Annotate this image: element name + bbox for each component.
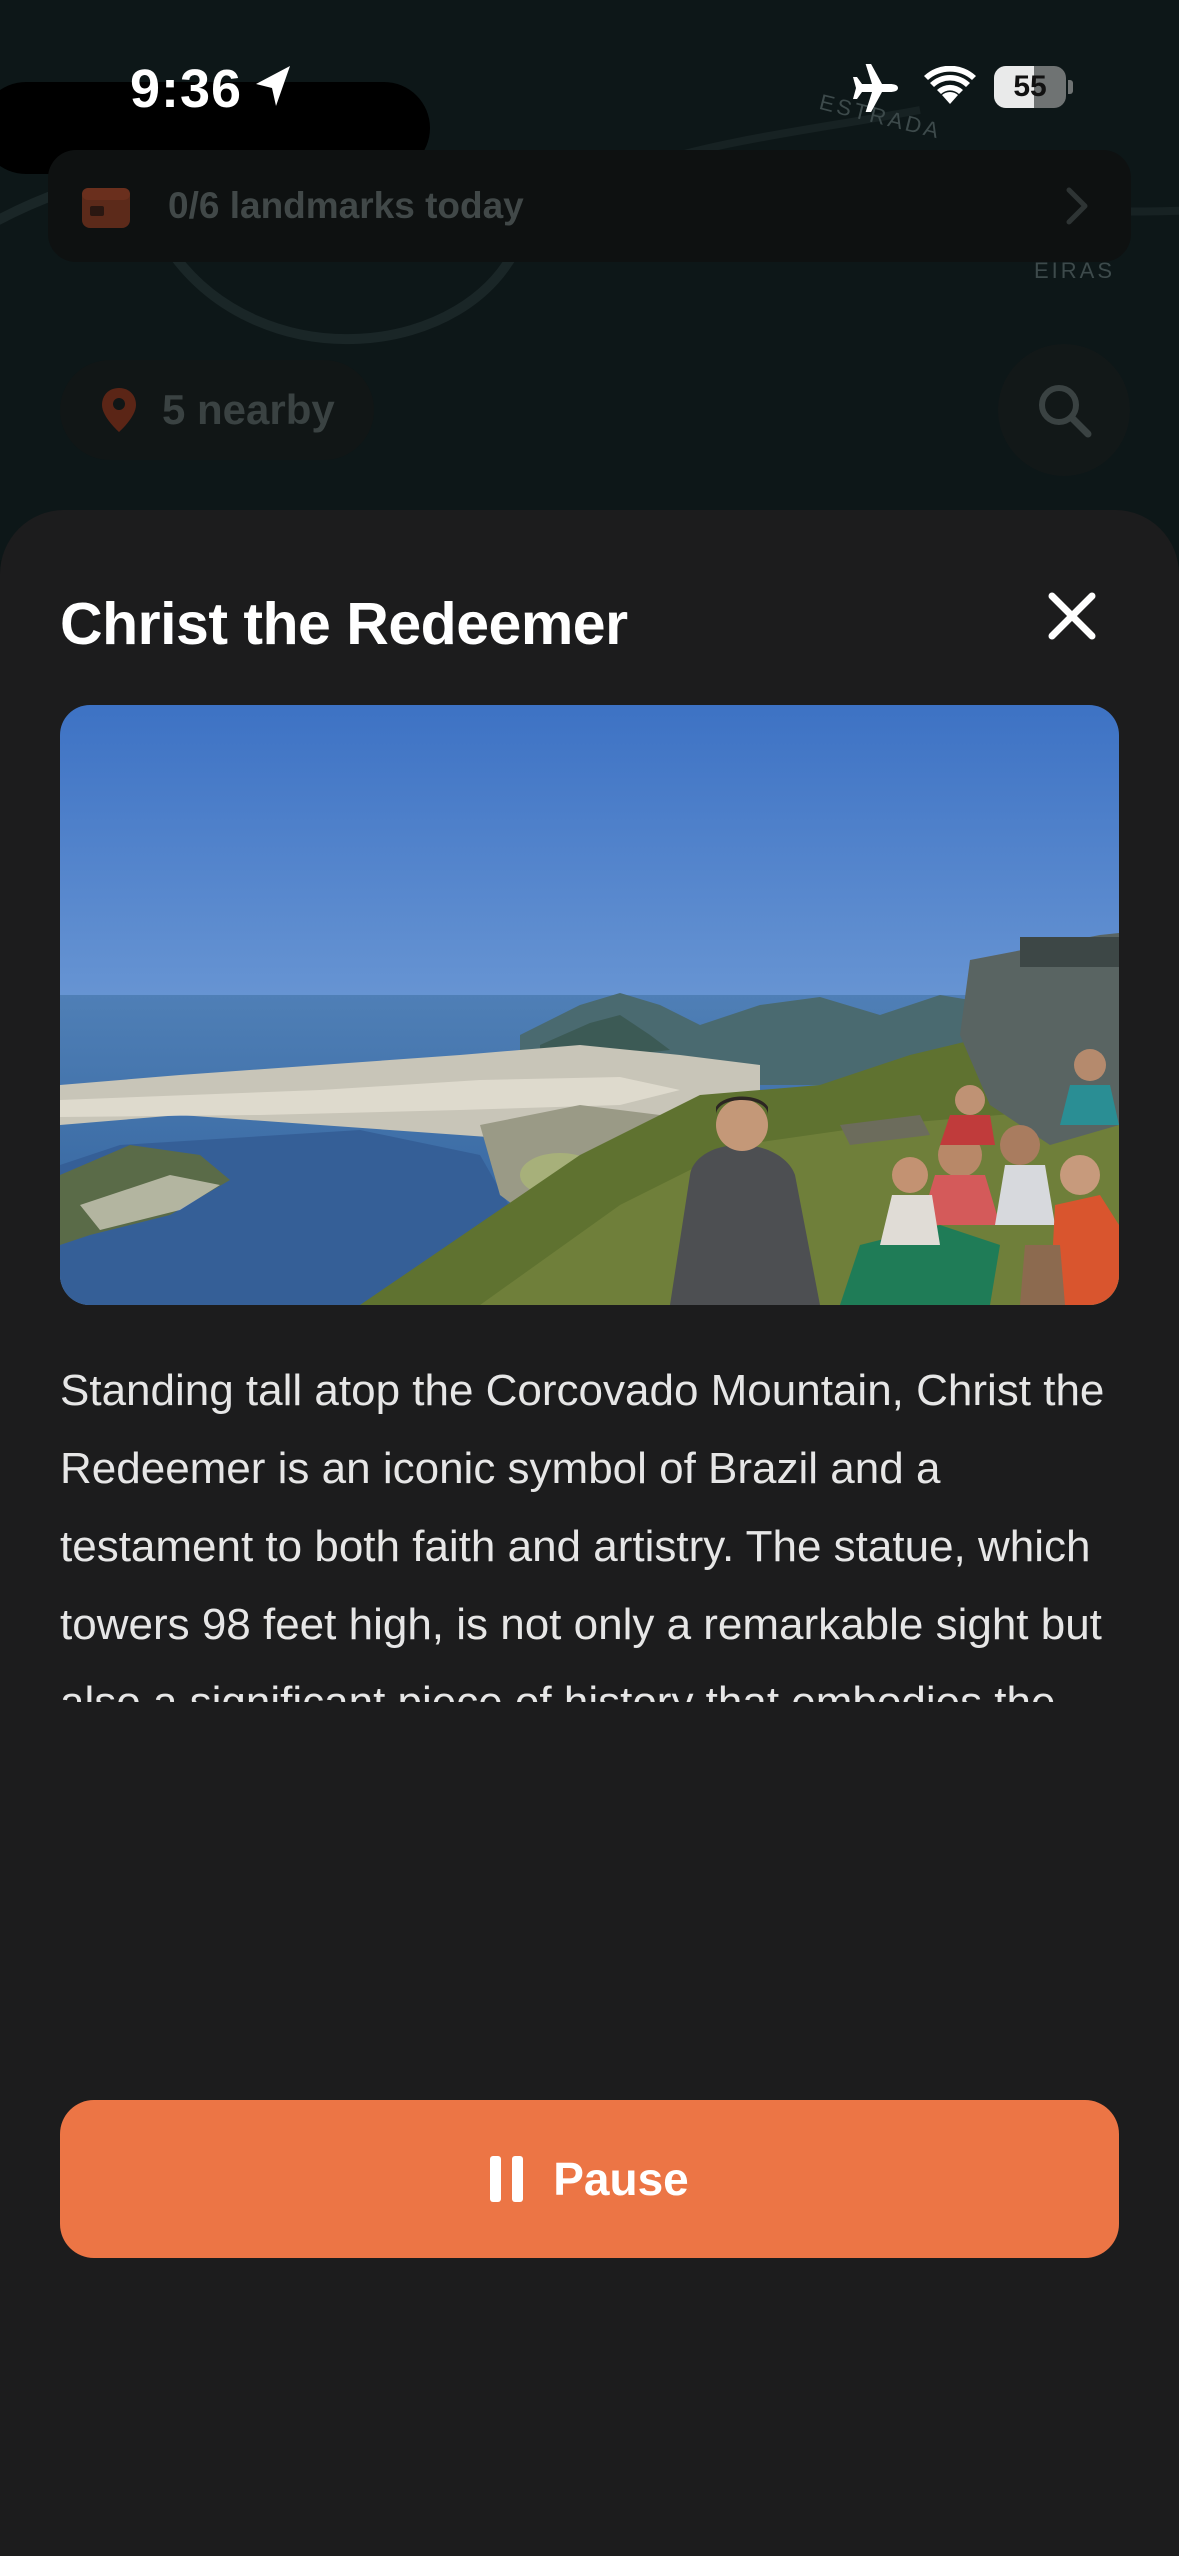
- chevron-right-icon: [1066, 187, 1088, 225]
- battery-indicator: 55: [994, 66, 1073, 108]
- map-pin-icon: [102, 388, 136, 432]
- airplane-icon: [853, 64, 898, 112]
- landmark-description: Standing tall atop the Corcovado Mountai…: [60, 1366, 1105, 1702]
- close-icon[interactable]: [1036, 580, 1108, 652]
- pause-button-label: Pause: [553, 2153, 689, 2205]
- landmark-detail-sheet: Christ the Redeemer Standing tall atop t…: [0, 510, 1179, 2556]
- calendar-icon: [82, 188, 130, 228]
- landmark-photo: [60, 705, 1119, 1305]
- battery-level: 55: [1013, 70, 1047, 103]
- description-fade: [0, 1710, 1179, 1750]
- search-button[interactable]: [998, 344, 1130, 476]
- search-icon: [1039, 385, 1092, 438]
- nearby-count-pill[interactable]: 5 nearby: [60, 360, 374, 460]
- status-time: 9:36: [130, 59, 243, 119]
- location-arrow-icon: [256, 66, 290, 106]
- landmarks-progress-banner[interactable]: 0/6 landmarks today: [48, 150, 1131, 262]
- pause-button[interactable]: Pause: [60, 2100, 1119, 2258]
- nearby-count-label: 5 nearby: [162, 386, 335, 433]
- status-bar: 9:36 55: [0, 0, 1179, 174]
- pause-icon: [490, 2156, 524, 2202]
- landmarks-progress-text: 0/6 landmarks today: [168, 185, 524, 226]
- landmark-title: Christ the Redeemer: [60, 591, 628, 657]
- wifi-icon: [924, 66, 976, 104]
- landmark-photo-image: [60, 705, 1119, 1305]
